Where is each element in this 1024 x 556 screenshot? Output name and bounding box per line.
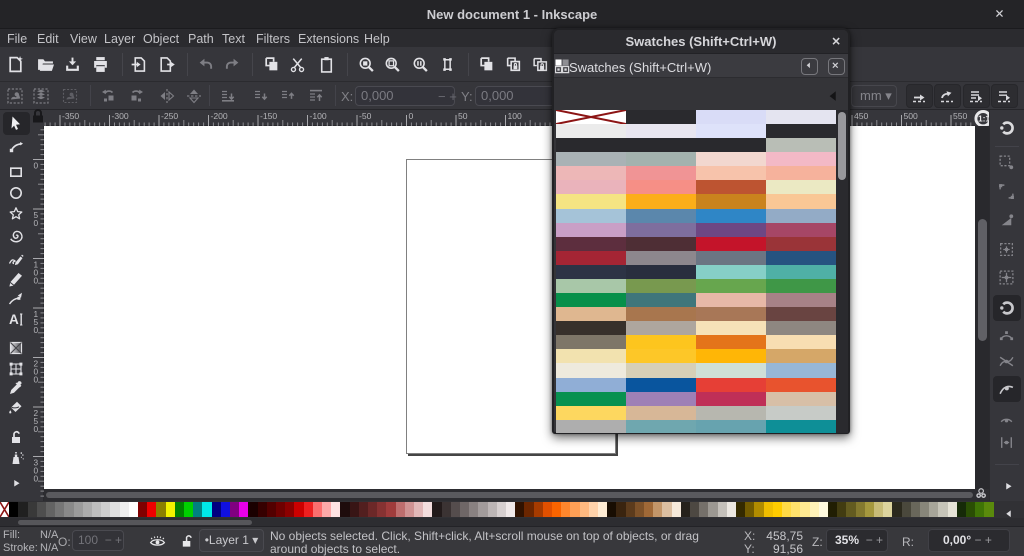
svg-text:0: 0 <box>34 325 39 335</box>
svg-text:0: 0 <box>34 375 39 385</box>
svg-text:-200: -200 <box>211 111 228 121</box>
svg-text:50: 50 <box>458 111 468 121</box>
svg-text:100: 100 <box>508 111 523 121</box>
svg-text:0: 0 <box>34 474 39 484</box>
svg-text:-300: -300 <box>112 111 129 121</box>
svg-text:-250: -250 <box>161 111 178 121</box>
svg-text:-350: -350 <box>62 111 79 121</box>
svg-text:500: 500 <box>904 111 919 121</box>
svg-text:-50: -50 <box>359 111 372 121</box>
svg-text:0: 0 <box>34 218 39 228</box>
svg-text:-150: -150 <box>260 111 277 121</box>
svg-text:550: 550 <box>953 111 968 121</box>
svg-text:0: 0 <box>34 161 39 171</box>
svg-text:0: 0 <box>409 111 414 121</box>
svg-text:0: 0 <box>34 424 39 434</box>
svg-text:450: 450 <box>854 111 869 121</box>
svg-text:-100: -100 <box>310 111 327 121</box>
svg-text:0: 0 <box>34 276 39 286</box>
svg-text:A: A <box>9 312 19 327</box>
